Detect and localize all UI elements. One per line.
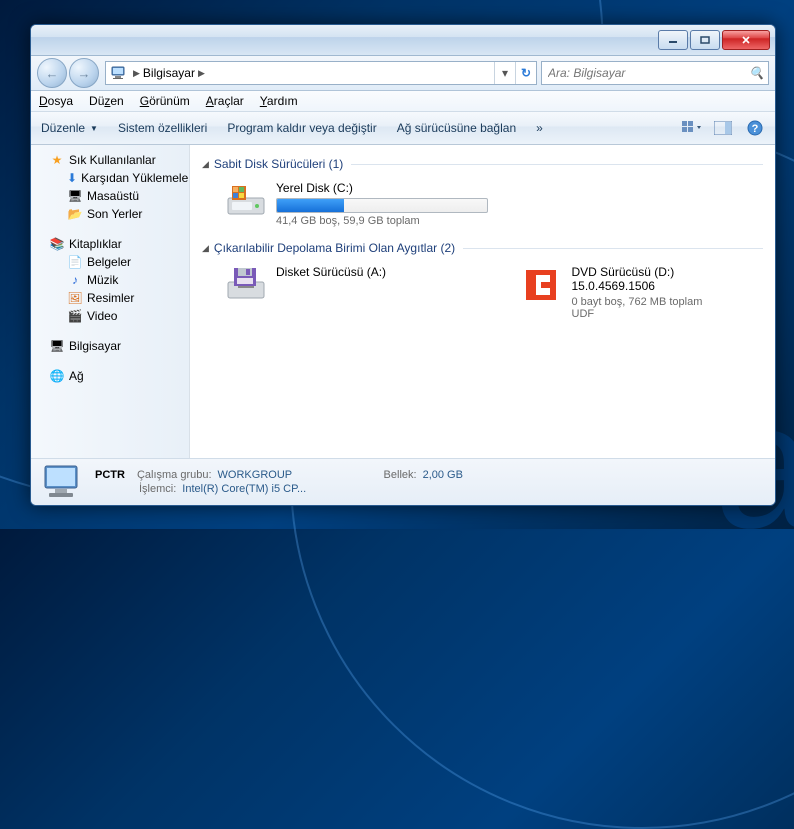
- sidebar-pictures[interactable]: 🖼Resimler: [31, 289, 189, 307]
- sidebar-recent[interactable]: 📂Son Yerler: [31, 205, 189, 223]
- statusbar: PCTR Çalışma grubu: WORKGROUP Bellek: 2,…: [31, 458, 775, 505]
- documents-icon: 📄: [67, 254, 83, 270]
- drive-label: Disket Sürücüsü (A:): [276, 265, 464, 279]
- collapse-icon: ◢: [202, 159, 209, 170]
- search-input[interactable]: [546, 65, 749, 81]
- computer-icon: 🖥: [49, 338, 65, 354]
- drive-a[interactable]: Disket Sürücüsü (A:): [202, 259, 468, 330]
- sysprops-button[interactable]: Sistem özellikleri: [118, 121, 207, 135]
- address-bar[interactable]: ▶ Bilgisayar ▶ ▾ ↻: [105, 61, 537, 85]
- menubar: Dosya Düzen Görünüm Araçlar Yardım: [31, 91, 775, 112]
- computer-icon: [110, 65, 126, 81]
- pictures-icon: 🖼: [67, 290, 83, 306]
- drive-label: Yerel Disk (C:): [276, 181, 759, 195]
- close-button[interactable]: [722, 30, 770, 50]
- drive-d[interactable]: DVD Sürücüsü (D:) 15.0.4569.1506 0 bayt …: [498, 259, 764, 330]
- organize-button[interactable]: Düzenle▼: [41, 121, 98, 135]
- drive-info-text: 41,4 GB boş, 59,9 GB toplam: [276, 215, 759, 227]
- dvd-office-icon: [520, 265, 564, 305]
- download-icon: ⬇: [67, 170, 77, 186]
- titlebar: [31, 25, 775, 56]
- drive-fs-text: UDF: [572, 308, 760, 320]
- sidebar-libraries[interactable]: 📚Kitaplıklar: [31, 235, 189, 253]
- status-mem-value: 2,00 GB: [423, 469, 463, 481]
- uninstall-button[interactable]: Program kaldır veya değiştir: [227, 121, 376, 135]
- collapse-icon: ◢: [202, 243, 209, 254]
- status-cpu-label: İşlemci:: [139, 483, 176, 495]
- sidebar: ★Sık Kullanılanlar ⬇Karşıdan Yüklemeler …: [31, 145, 190, 458]
- floppy-icon: [224, 265, 268, 305]
- section-removable[interactable]: ◢Çıkarılabilir Depolama Birimi Olan Aygı…: [202, 241, 763, 255]
- menu-view[interactable]: Görünüm: [140, 94, 190, 108]
- menu-tools[interactable]: Araçlar: [206, 94, 244, 108]
- main-pane: ◢Sabit Disk Sürücüleri (1) Yerel Disk (C…: [190, 145, 775, 458]
- status-cpu-value: Intel(R) Core(TM) i5 CP...: [182, 483, 306, 495]
- minimize-button[interactable]: [658, 30, 688, 50]
- drive-info-text: 0 bayt boş, 762 MB toplam: [572, 296, 760, 308]
- hdd-icon: [224, 181, 268, 221]
- computer-large-icon: [41, 464, 85, 500]
- svg-text:?: ?: [752, 123, 759, 135]
- status-wg-value: WORKGROUP: [218, 469, 338, 481]
- chevron-right-icon: ▶: [198, 68, 205, 79]
- menu-edit[interactable]: Düzen: [89, 94, 124, 108]
- toolbar: Düzenle▼ Sistem özellikleri Program kald…: [31, 112, 775, 145]
- drive-c[interactable]: Yerel Disk (C:) 41,4 GB boş, 59,9 GB top…: [202, 175, 763, 237]
- video-icon: 🎬: [67, 308, 83, 324]
- sidebar-favorites[interactable]: ★Sık Kullanılanlar: [31, 151, 189, 169]
- forward-button[interactable]: →: [69, 58, 99, 88]
- sidebar-network[interactable]: 🌐Ağ: [31, 367, 189, 385]
- help-icon[interactable]: ?: [745, 118, 765, 138]
- back-button[interactable]: ←: [37, 58, 67, 88]
- menu-help[interactable]: Yardım: [260, 94, 298, 108]
- status-mem-label: Bellek:: [384, 469, 417, 481]
- search-box[interactable]: 🔍: [541, 61, 769, 85]
- navbar: ← → ▶ Bilgisayar ▶ ▾ ↻ 🔍: [31, 56, 775, 91]
- menu-file[interactable]: Dosya: [39, 94, 73, 108]
- sidebar-downloads[interactable]: ⬇Karşıdan Yüklemeler: [31, 169, 189, 187]
- sidebar-video[interactable]: 🎬Video: [31, 307, 189, 325]
- content: ★Sık Kullanılanlar ⬇Karşıdan Yüklemeler …: [31, 145, 775, 458]
- maximize-button[interactable]: [690, 30, 720, 50]
- status-name: PCTR: [95, 469, 125, 481]
- view-options-button[interactable]: [681, 118, 701, 138]
- network-icon: 🌐: [49, 368, 65, 384]
- sidebar-desktop[interactable]: 🖥Masaüstü: [31, 187, 189, 205]
- explorer-window: ← → ▶ Bilgisayar ▶ ▾ ↻ 🔍 Dosya Düzen Gör…: [30, 24, 776, 506]
- search-icon: 🔍: [749, 66, 764, 80]
- dropdown-button[interactable]: ▾: [494, 62, 515, 84]
- chevron-right-icon: ▶: [133, 68, 140, 79]
- status-wg-label: Çalışma grubu:: [137, 469, 212, 481]
- sidebar-documents[interactable]: 📄Belgeler: [31, 253, 189, 271]
- drive-label: DVD Sürücüsü (D:) 15.0.4569.1506: [572, 265, 760, 293]
- overflow-button[interactable]: »: [536, 121, 543, 135]
- star-icon: ★: [49, 152, 65, 168]
- preview-pane-button[interactable]: [713, 118, 733, 138]
- sidebar-music[interactable]: ♪Müzik: [31, 271, 189, 289]
- capacity-bar: [276, 198, 488, 213]
- breadcrumb-root[interactable]: Bilgisayar: [143, 66, 195, 80]
- library-icon: 📚: [49, 236, 65, 252]
- music-icon: ♪: [67, 272, 83, 288]
- refresh-button[interactable]: ↻: [515, 62, 536, 84]
- recent-icon: 📂: [67, 206, 83, 222]
- section-hdd[interactable]: ◢Sabit Disk Sürücüleri (1): [202, 157, 763, 171]
- mapdrive-button[interactable]: Ağ sürücüsüne bağlan: [397, 121, 516, 135]
- desktop-icon: 🖥: [67, 188, 83, 204]
- sidebar-computer[interactable]: 🖥Bilgisayar: [31, 337, 189, 355]
